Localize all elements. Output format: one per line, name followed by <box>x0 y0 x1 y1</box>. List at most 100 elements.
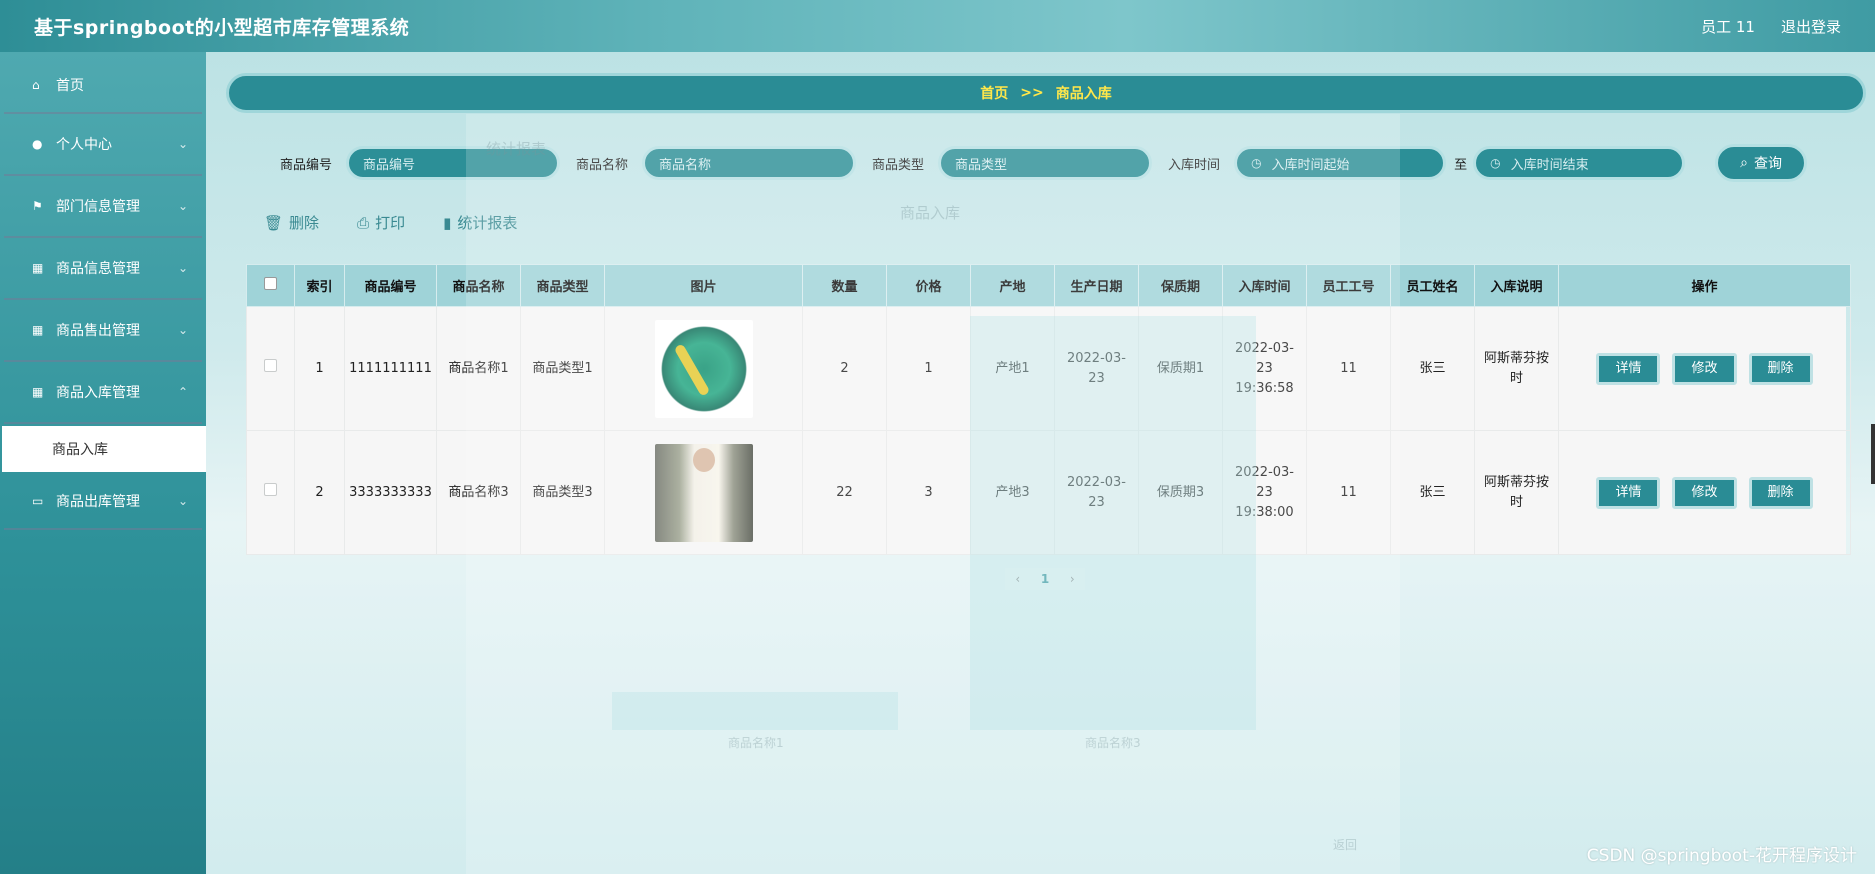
cell-emp-name: 张三 <box>1390 306 1475 431</box>
cell-code: 1111111111 <box>344 306 437 431</box>
product-image-soccer-ball[interactable] <box>654 319 753 418</box>
cell-qty: 2 <box>802 306 887 431</box>
sidebar-item-product-info[interactable]: ▦ 商品信息管理 ⌄ <box>4 238 202 300</box>
column-header: 产地 <box>970 264 1055 307</box>
delete-button[interactable]: 删除 <box>1748 476 1813 509</box>
column-header: 员工工号 <box>1306 264 1391 307</box>
sidebar-item-label: 个人中心 <box>56 137 112 153</box>
chevron-down-icon: ⌄ <box>177 494 188 508</box>
watermark: CSDN @springboot-花开程序设计 <box>1586 846 1857 866</box>
grid-icon: ▦ <box>32 323 44 337</box>
query-button-label: 查询 <box>1754 156 1782 172</box>
product-image-blouse[interactable] <box>654 443 753 542</box>
time-end-input[interactable]: ◷ 入库时间结束 <box>1473 146 1686 180</box>
app-title: 基于springboot的小型超市库存管理系统 <box>34 16 410 39</box>
batch-delete-button[interactable]: 🗑 删除 <box>264 212 319 233</box>
column-header: 操作 <box>1558 264 1851 307</box>
cell-time: 2022-03-23 19:36:58 <box>1222 306 1307 431</box>
code-label: 商品编号 <box>280 157 333 173</box>
code-search-input[interactable]: 商品编号 <box>346 146 561 180</box>
select-all-checkbox[interactable] <box>246 264 295 307</box>
sidebar-item-home[interactable]: ⌂ 首页 <box>4 58 202 114</box>
to-label: 至 <box>1454 157 1468 173</box>
cell-note: 阿斯蒂芬按时 <box>1474 430 1559 555</box>
cell-price: 3 <box>886 430 971 555</box>
time-end-placeholder: 入库时间结束 <box>1510 157 1589 173</box>
column-header: 商品类型 <box>520 264 605 307</box>
next-page-button[interactable]: › <box>1070 572 1075 586</box>
column-header: 价格 <box>886 264 971 307</box>
ghost-x-label: 商品名称1 <box>728 736 784 750</box>
cell-origin: 产地1 <box>970 306 1055 431</box>
detail-button[interactable]: 详情 <box>1596 476 1661 509</box>
time-start-placeholder: 入库时间起始 <box>1271 157 1350 173</box>
cell-index: 2 <box>294 430 345 555</box>
edit-button[interactable]: 修改 <box>1672 352 1737 385</box>
print-button[interactable]: ⎙ 打印 <box>357 212 405 233</box>
sidebar-item-product-sales[interactable]: ▦ 商品售出管理 ⌄ <box>4 300 202 362</box>
cell-date: 2022-03-23 <box>1054 306 1139 431</box>
printer-icon: ⎙ <box>357 213 370 232</box>
sidebar-subitem-stock-in[interactable]: 商品入库 <box>2 426 206 472</box>
trash-icon: 🗑 <box>264 213 284 232</box>
column-header: 员工姓名 <box>1390 264 1475 307</box>
breadcrumb-current: 商品入库 <box>1055 86 1112 102</box>
page-number[interactable]: 1 <box>1041 572 1049 586</box>
cell-origin: 产地3 <box>970 430 1055 555</box>
column-header: 入库时间 <box>1222 264 1307 307</box>
column-header: 入库说明 <box>1474 264 1559 307</box>
cell-type: 商品类型1 <box>520 306 605 431</box>
column-header: 商品名称 <box>436 264 521 307</box>
pagination: ‹ 1 › <box>1005 568 1085 590</box>
prev-page-button[interactable]: ‹ <box>1015 572 1020 586</box>
query-button[interactable]: ⌕ 查询 <box>1715 144 1808 182</box>
scrollbar-thumb[interactable] <box>1871 424 1875 484</box>
report-label: 统计报表 <box>457 214 518 232</box>
ghost-x-label: 商品名称3 <box>1085 736 1141 750</box>
cell-qty: 22 <box>802 430 887 555</box>
print-label: 打印 <box>375 214 406 232</box>
cell-type: 商品类型3 <box>520 430 605 555</box>
sidebar-item-department[interactable]: ⚑ 部门信息管理 ⌄ <box>4 176 202 238</box>
time-label: 入库时间 <box>1168 157 1221 173</box>
sidebar-item-label: 商品入库管理 <box>56 385 140 401</box>
logout-link[interactable]: 退出登录 <box>1781 16 1841 37</box>
cell-index: 1 <box>294 306 345 431</box>
breadcrumb-home[interactable]: 首页 <box>980 83 1008 103</box>
cell-code: 3333333333 <box>344 430 437 555</box>
cell-emp-no: 11 <box>1306 430 1391 555</box>
cell-name: 商品名称3 <box>436 430 521 555</box>
clock-icon: ◷ <box>1490 156 1501 170</box>
chevron-down-icon: ⌄ <box>177 199 188 213</box>
top-bar: 基于springboot的小型超市库存管理系统 员工 11 退出登录 <box>0 0 1875 52</box>
search-bar: 商品编号 商品编号 商品名称 商品名称 商品类型 商品类型 入库时间 ◷ 入库时… <box>280 144 1808 182</box>
sidebar-item-label: 首页 <box>56 78 84 94</box>
ghost-bar-1 <box>612 692 898 730</box>
sidebar-item-label: 部门信息管理 <box>56 199 140 215</box>
time-start-input[interactable]: ◷ 入库时间起始 <box>1234 146 1447 180</box>
chevron-down-icon: ⌄ <box>177 137 188 151</box>
column-header: 保质期 <box>1138 264 1223 307</box>
cell-emp-name: 张三 <box>1390 430 1475 555</box>
delete-button[interactable]: 删除 <box>1748 352 1813 385</box>
detail-button[interactable]: 详情 <box>1596 352 1661 385</box>
sidebar-item-profile[interactable]: ● 个人中心 ⌄ <box>4 114 202 176</box>
cell-note: 阿斯蒂芬按时 <box>1474 306 1559 431</box>
row-checkbox[interactable] <box>246 430 295 555</box>
column-header: 图片 <box>604 264 803 307</box>
edit-button[interactable]: 修改 <box>1672 476 1737 509</box>
sidebar-item-stock-in[interactable]: ▦ 商品入库管理 ⌃ <box>4 362 202 424</box>
sidebar-item-stock-out[interactable]: ▭ 商品出库管理 ⌄ <box>4 474 202 530</box>
user-icon: ● <box>32 137 43 151</box>
table-row: 2 3333333333 商品名称3 商品类型3 22 3 产地3 2022-0… <box>246 430 1851 555</box>
row-checkbox[interactable] <box>246 306 295 431</box>
column-header: 索引 <box>294 264 345 307</box>
action-bar: 🗑 删除 ⎙ 打印 ▮ 统计报表 <box>264 212 517 233</box>
sidebar: ⌂ 首页 ● 个人中心 ⌄ ⚑ 部门信息管理 ⌄ ▦ 商品信息管理 ⌄ ▦ 商品… <box>0 52 206 874</box>
name-search-input[interactable]: 商品名称 <box>642 146 857 180</box>
column-header: 商品编号 <box>344 264 437 307</box>
home-icon: ⌂ <box>32 78 40 92</box>
type-search-input[interactable]: 商品类型 <box>938 146 1153 180</box>
search-icon: ⌕ <box>1740 155 1748 171</box>
report-button[interactable]: ▮ 统计报表 <box>443 212 517 233</box>
